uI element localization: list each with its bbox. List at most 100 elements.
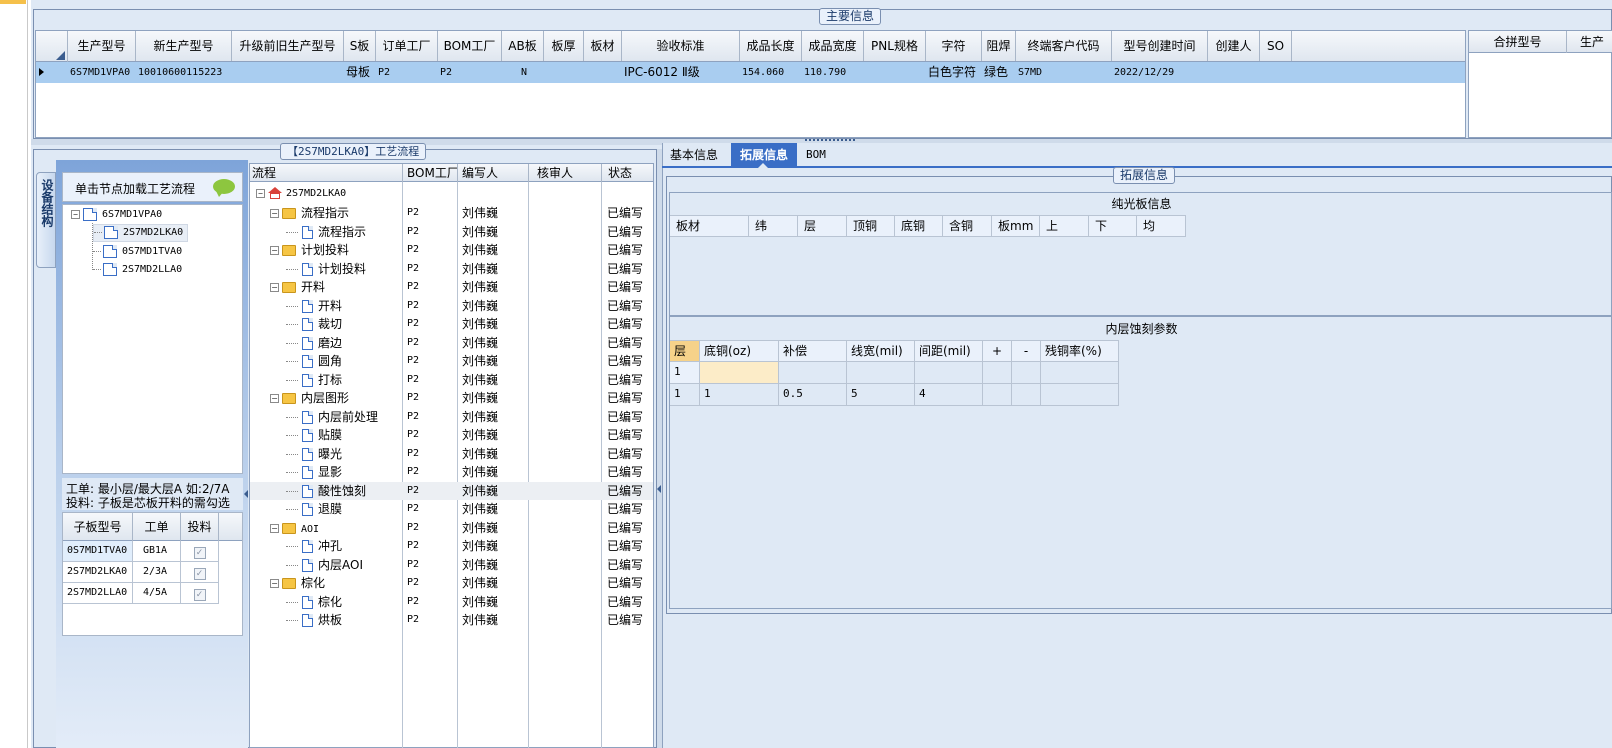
flow-row[interactable]: 曝光 P2 刘伟巍 已编写 — [250, 445, 653, 463]
sub-cell-model[interactable]: 2S7MD2LKA0 — [63, 562, 133, 583]
main-grid-cell[interactable]: 白色字符 — [928, 62, 982, 83]
main-grid-cell[interactable]: 绿色 — [984, 62, 1016, 83]
main-grid-cell[interactable] — [1210, 62, 1260, 83]
main-grid-cell[interactable]: 母板 — [346, 62, 376, 83]
sub-col-workorder[interactable]: 工单 — [133, 513, 181, 541]
main-grid-cell[interactable]: P2 — [378, 62, 438, 83]
collapse-icon[interactable]: − — [270, 394, 279, 403]
bare-board-col-header[interactable]: 板mm — [992, 215, 1040, 237]
main-grid-cell[interactable]: 154.060 — [742, 62, 802, 83]
main-col-header[interactable]: 验收标准 — [622, 31, 740, 61]
main-grid-cell[interactable] — [1262, 62, 1292, 83]
sub-cell-workorder[interactable]: 4/5A — [133, 583, 181, 604]
flow-row[interactable]: 冲孔 P2 刘伟巍 已编写 — [250, 537, 653, 555]
main-grid-cell[interactable]: 10010600115223 — [138, 62, 232, 83]
flow-row[interactable]: 内层前处理 P2 刘伟巍 已编写 — [250, 408, 653, 426]
flow-row[interactable]: − 棕化 P2 刘伟巍 已编写 — [250, 574, 653, 592]
bare-board-col-header[interactable]: 底铜 — [895, 215, 943, 237]
etch-cell[interactable] — [1041, 362, 1119, 384]
flow-row[interactable]: 圆角 P2 刘伟巍 已编写 — [250, 352, 653, 370]
flow-row[interactable]: 棕化 P2 刘伟巍 已编写 — [250, 593, 653, 611]
etch-cell[interactable] — [1012, 362, 1041, 384]
main-grid-cell[interactable]: IPC-6012 Ⅱ级 — [624, 62, 740, 83]
bare-board-col-header[interactable]: 上 — [1040, 215, 1089, 237]
collapse-icon[interactable]: − — [270, 246, 279, 255]
main-col-header[interactable]: 阻焊 — [982, 31, 1016, 61]
main-col-header[interactable]: 升级前旧生产型号 — [232, 31, 344, 61]
etch-col-header[interactable]: 残铜率(%) — [1041, 340, 1119, 362]
etch-cell[interactable]: 5 — [847, 384, 915, 406]
main-col-header[interactable]: PNL规格 — [864, 31, 926, 61]
etch-cell[interactable]: 4 — [915, 384, 983, 406]
main-grid-cell[interactable] — [866, 62, 926, 83]
main-col-header[interactable]: 生产型号 — [68, 31, 136, 61]
collapse-icon[interactable]: − — [270, 579, 279, 588]
main-grid-cell[interactable]: S7MD — [1018, 62, 1112, 83]
main-col-header[interactable]: 型号创建时间 — [1112, 31, 1208, 61]
side-tab-structure[interactable]: 设备结构 — [36, 172, 56, 268]
left-collapse-grip[interactable] — [244, 490, 248, 498]
sub-cell-model[interactable]: 0S7MD1TVA0 — [63, 541, 133, 562]
sub-col-feed[interactable]: 投料 — [181, 513, 219, 541]
collapse-icon[interactable]: − — [270, 209, 279, 218]
etch-col-header[interactable]: + — [983, 340, 1012, 362]
collapse-icon[interactable]: − — [270, 523, 279, 533]
flow-row[interactable]: − 内层图形 P2 刘伟巍 已编写 — [250, 389, 653, 407]
collapse-icon[interactable]: − — [256, 188, 265, 198]
etch-cell[interactable] — [983, 362, 1012, 384]
checkbox[interactable]: ✓ — [193, 568, 206, 580]
bare-board-col-header[interactable]: 层 — [798, 215, 847, 237]
sub-cell-workorder[interactable]: 2/3A — [133, 562, 181, 583]
flow-row[interactable]: 流程指示 P2 刘伟巍 已编写 — [250, 223, 653, 241]
main-col-header[interactable]: 订单工厂 — [376, 31, 438, 61]
sub-col-model[interactable]: 子板型号 — [63, 513, 133, 541]
main-grid-cell[interactable]: 2022/12/29 — [1114, 62, 1208, 83]
sub-cell-workorder[interactable]: GB1A — [133, 541, 181, 562]
flow-row[interactable]: 打标 P2 刘伟巍 已编写 — [250, 371, 653, 389]
tree-node[interactable]: 0S7MD1TVA0 — [93, 243, 182, 261]
collapse-icon[interactable]: − — [270, 283, 279, 292]
flow-row[interactable]: 裁切 P2 刘伟巍 已编写 — [250, 315, 653, 333]
etch-col-header[interactable]: 间距(mil) — [915, 340, 983, 362]
merge-col-header-2[interactable]: 生产 — [1567, 31, 1612, 53]
main-col-header[interactable]: AB板 — [502, 31, 544, 61]
flow-row[interactable]: 内层AOI P2 刘伟巍 已编写 — [250, 556, 653, 574]
main-col-header[interactable]: 创建人 — [1208, 31, 1260, 61]
main-grid-cell[interactable] — [546, 62, 584, 83]
etch-cell[interactable] — [915, 362, 983, 384]
etch-cell[interactable] — [700, 362, 779, 384]
etch-col-header[interactable]: 线宽(mil) — [847, 340, 915, 362]
flow-col-reviewer[interactable]: 核审人 — [529, 164, 602, 182]
etch-cell[interactable]: 1 — [670, 384, 700, 406]
main-col-header[interactable]: 成品宽度 — [802, 31, 864, 61]
bare-board-col-header[interactable]: 纬 — [749, 215, 798, 237]
main-grid-cell[interactable]: 110.790 — [804, 62, 864, 83]
main-grid-cell[interactable]: P2 — [440, 62, 502, 83]
etch-cell[interactable]: 1 — [670, 362, 700, 384]
bare-board-col-header[interactable]: 板材 — [670, 215, 749, 237]
tab-basic-info[interactable]: 基本信息 — [664, 143, 724, 167]
tree-node-root[interactable]: −6S7MD1VPA0 — [71, 206, 162, 224]
flow-row[interactable]: 显影 P2 刘伟巍 已编写 — [250, 463, 653, 481]
etch-col-header[interactable]: 补偿 — [779, 340, 847, 362]
flow-row[interactable]: 计划投料 P2 刘伟巍 已编写 — [250, 260, 653, 278]
bare-board-col-header[interactable]: 下 — [1089, 215, 1137, 237]
main-col-header[interactable]: 终端客户代码 — [1016, 31, 1112, 61]
bare-board-col-header[interactable]: 含铜 — [943, 215, 992, 237]
flow-row[interactable]: − 流程指示 P2 刘伟巍 已编写 — [250, 204, 653, 222]
flow-row[interactable]: 退膜 P2 刘伟巍 已编写 — [250, 500, 653, 518]
flow-row[interactable]: 酸性蚀刻 P2 刘伟巍 已编写 — [250, 481, 653, 500]
flow-root-node[interactable]: −2S7MD2LKA0 — [256, 185, 346, 203]
main-col-header[interactable]: 字符 — [926, 31, 982, 61]
sub-cell-model[interactable]: 2S7MD2LLA0 — [63, 583, 133, 604]
main-col-header[interactable]: S板 — [344, 31, 376, 61]
merge-col-header[interactable]: 合拼型号 — [1469, 31, 1567, 53]
flow-row[interactable]: 开料 P2 刘伟巍 已编写 — [250, 297, 653, 315]
main-grid-cell[interactable]: N — [504, 62, 544, 83]
tree-node-selected[interactable]: 2S7MD2LKA0 — [93, 224, 189, 242]
checkbox[interactable]: ✓ — [193, 589, 206, 601]
main-col-header[interactable]: 成品长度 — [740, 31, 802, 61]
etch-cell[interactable] — [983, 384, 1012, 406]
etch-col-header[interactable]: - — [1012, 340, 1041, 362]
flow-row[interactable]: − 计划投料 P2 刘伟巍 已编写 — [250, 241, 653, 259]
